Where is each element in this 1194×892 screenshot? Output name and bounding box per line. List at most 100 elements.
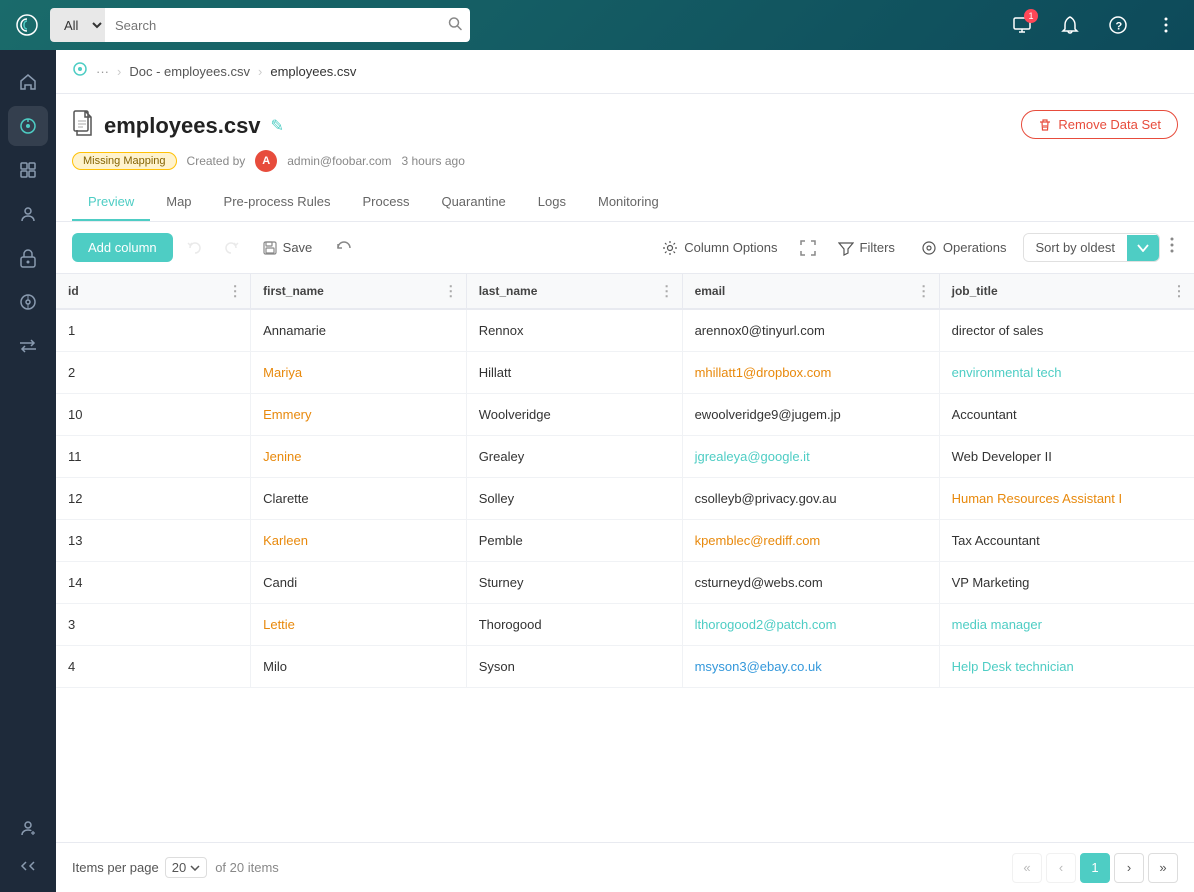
cell-email: arennox0@tinyurl.com [682,309,939,351]
page-title: employees.csv [104,113,261,139]
cell-last_name: Solley [466,477,682,519]
per-page-select[interactable]: 20 [165,857,207,878]
cell-job_title: media manager [939,603,1194,645]
user-email: admin@foobar.com [287,154,391,168]
created-by-label: Created by [187,154,246,168]
cell-first_name: Candi [251,561,467,603]
sort-dropdown-button[interactable] [1127,235,1159,261]
col-menu-email[interactable]: ⋮ [917,283,931,300]
expand-button[interactable] [794,236,822,260]
undo-button[interactable] [181,236,209,260]
search-filter-select[interactable]: All [50,8,105,42]
sidebar-item-users[interactable] [8,194,48,234]
cell-first_name: Emmery [251,393,467,435]
meta-row: Missing Mapping Created by A admin@fooba… [72,150,465,172]
app-logo[interactable] [12,10,42,40]
cell-id: 11 [56,435,251,477]
title-row: employees.csv ✎ [72,110,465,142]
save-label: Save [283,240,313,255]
add-column-button[interactable]: Add column [72,233,173,262]
table-row: 14 Candi Sturney csturneyd@webs.com VP M… [56,561,1194,603]
sidebar-item-data[interactable] [8,150,48,190]
data-table-container: id ⋮ first_name ⋮ last_name ⋮ email ⋮ [56,274,1194,832]
remove-dataset-label: Remove Data Set [1058,117,1161,132]
filters-label: Filters [860,240,895,255]
sidebar-item-lock[interactable] [8,238,48,278]
cell-id: 14 [56,561,251,603]
tab-quarantine[interactable]: Quarantine [425,184,521,221]
col-header-job_title[interactable]: job_title ⋮ [939,274,1194,309]
toolbar-right-group: Column Options Filters [652,232,1178,263]
sidebar-collapse-button[interactable] [8,852,48,880]
tab-preview[interactable]: Preview [72,184,150,221]
cell-first_name: Jenine [251,435,467,477]
monitor-button[interactable]: 1 [1006,9,1038,41]
sidebar-item-network[interactable] [8,282,48,322]
breadcrumb-parent[interactable]: Doc - employees.csv [129,64,250,79]
search-input[interactable] [105,8,470,42]
toolbar-more-button[interactable] [1166,232,1178,263]
breadcrumb-separator-1: › [117,64,121,79]
sidebar-item-home[interactable] [8,62,48,102]
col-header-email[interactable]: email ⋮ [682,274,939,309]
col-menu-last_name[interactable]: ⋮ [660,283,674,300]
tab-preprocess[interactable]: Pre-process Rules [208,184,347,221]
data-table: id ⋮ first_name ⋮ last_name ⋮ email ⋮ [56,274,1194,688]
pagination-prev[interactable]: ‹ [1046,853,1076,883]
col-header-first_name[interactable]: first_name ⋮ [251,274,467,309]
col-header-id[interactable]: id ⋮ [56,274,251,309]
column-options-button[interactable]: Column Options [652,235,787,261]
tab-map[interactable]: Map [150,184,207,221]
table-row: 12 Clarette Solley csolleyb@privacy.gov.… [56,477,1194,519]
save-button[interactable]: Save [253,235,323,260]
notifications-button[interactable] [1054,9,1086,41]
edit-title-icon[interactable]: ✎ [271,116,284,136]
remove-dataset-button[interactable]: Remove Data Set [1021,110,1178,139]
col-menu-job_title[interactable]: ⋮ [1172,283,1186,300]
pagination-next[interactable]: › [1114,853,1144,883]
tab-process[interactable]: Process [346,184,425,221]
col-menu-id[interactable]: ⋮ [228,283,242,300]
toolbar: Add column Save [56,222,1194,274]
sidebar-bottom [8,808,48,880]
table-row: 2 Mariya Hillatt mhillatt1@dropbox.com e… [56,351,1194,393]
pagination-bar: Items per page 20 of 20 items « ‹ 1 › » [56,842,1194,892]
sort-label[interactable]: Sort by oldest [1024,234,1128,261]
search-button[interactable] [448,17,462,34]
cell-last_name: Sturney [466,561,682,603]
cell-id: 3 [56,603,251,645]
file-icon [72,110,94,142]
breadcrumb-dots[interactable]: ··· [96,64,109,79]
main-content: ··· › Doc - employees.csv › employees.cs… [56,50,1194,892]
pagination-first[interactable]: « [1012,853,1042,883]
missing-mapping-badge: Missing Mapping [72,152,177,170]
sidebar-item-dashboard[interactable] [8,106,48,146]
pagination-page-1[interactable]: 1 [1080,853,1110,883]
more-options-button[interactable] [1150,9,1182,41]
cell-email: csolleyb@privacy.gov.au [682,477,939,519]
breadcrumb-icon [72,61,88,82]
cell-id: 13 [56,519,251,561]
redo-button[interactable] [217,236,245,260]
cell-last_name: Grealey [466,435,682,477]
cell-last_name: Hillatt [466,351,682,393]
sidebar-item-transfer[interactable] [8,326,48,366]
filters-button[interactable]: Filters [828,235,905,261]
pagination-buttons: « ‹ 1 › » [1012,853,1178,883]
sidebar-item-user-settings[interactable] [8,808,48,848]
help-button[interactable]: ? [1102,9,1134,41]
tab-monitoring[interactable]: Monitoring [582,184,675,221]
cell-first_name: Karleen [251,519,467,561]
col-menu-first_name[interactable]: ⋮ [444,283,458,300]
top-nav-icons: 1 ? [1006,9,1182,41]
cell-job_title: director of sales [939,309,1194,351]
reset-button[interactable] [330,236,358,260]
pagination-last[interactable]: » [1148,853,1178,883]
breadcrumb-current: employees.csv [270,64,356,79]
title-left: employees.csv ✎ Missing Mapping Created … [72,110,465,172]
items-per-page-label: Items per page [72,860,159,875]
breadcrumb-separator-2: › [258,64,262,79]
col-header-last_name[interactable]: last_name ⋮ [466,274,682,309]
operations-button[interactable]: Operations [911,235,1017,261]
tab-logs[interactable]: Logs [522,184,582,221]
